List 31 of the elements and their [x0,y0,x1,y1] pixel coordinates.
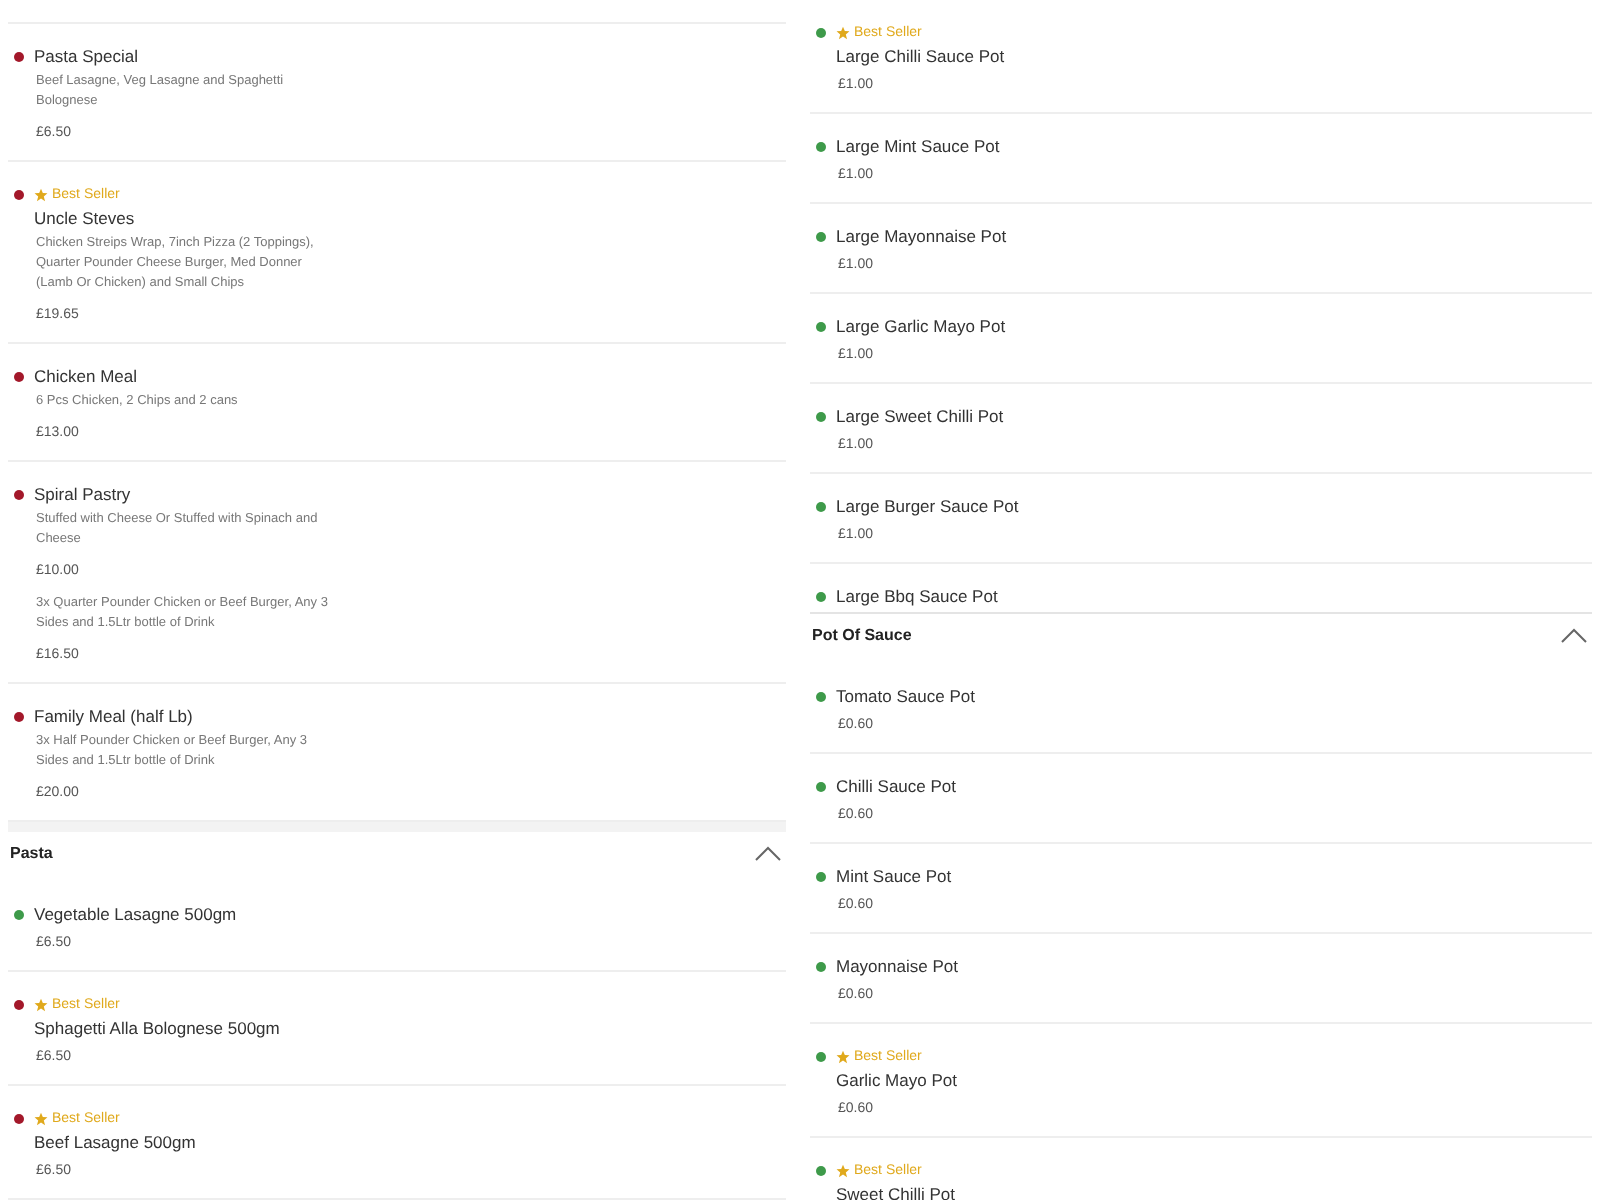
star-icon [34,187,48,201]
item-name[interactable]: Tomato Sauce Pot [836,684,975,708]
item-name[interactable]: Large Mint Sauce Pot [836,134,1000,158]
chevron-up-icon[interactable] [1560,627,1588,643]
item-name[interactable]: Sphagetti Alla Bolognese 500gm [8,1016,786,1040]
item-name[interactable]: Spiral Pastry [34,482,131,506]
item-name[interactable]: Chicken Meal [34,364,137,388]
item-name[interactable]: Mayonnaise Pot [836,954,958,978]
star-icon [836,1049,850,1063]
section-title: Pasta [10,844,53,862]
item-name[interactable]: Large Burger Sauce Pot [836,494,1019,518]
item-name[interactable]: Large Sweet Chilli Pot [836,404,1004,428]
star-icon [34,997,48,1011]
item-name[interactable]: Mint Sauce Pot [836,864,952,888]
item-name[interactable]: Pasta Special [34,44,138,68]
item-name[interactable]: Sweet Chilli Pot [810,1182,1592,1200]
item-name[interactable]: Large Bbq Sauce Pot [836,584,998,608]
star-icon [836,25,850,39]
item-name[interactable]: Beef Lasagne 500gm [8,1130,786,1154]
item-name[interactable]: Chilli Sauce Pot [836,774,957,798]
item-name[interactable]: Garlic Mayo Pot [810,1068,1592,1092]
star-icon [836,1163,850,1177]
item-name[interactable]: Large Garlic Mayo Pot [836,314,1006,338]
section-title: Pot Of Sauce [812,626,912,644]
chevron-up-icon[interactable] [754,845,782,861]
item-name[interactable]: Large Mayonnaise Pot [836,224,1007,248]
item-name[interactable]: Vegetable Lasagne 500gm [34,902,237,926]
item-name[interactable]: Large Chilli Sauce Pot [810,44,1592,68]
star-icon [34,1111,48,1125]
item-name[interactable]: Uncle Steves [8,206,786,230]
item-name[interactable]: Family Meal (half Lb) [34,704,193,728]
